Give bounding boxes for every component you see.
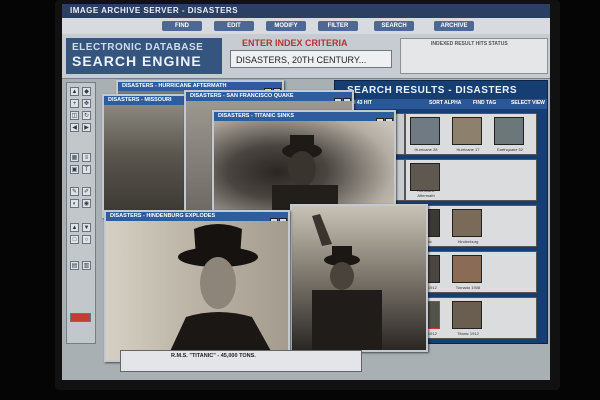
second-figure-photo <box>292 206 426 350</box>
select-view-button[interactable]: SELECT VIEW <box>511 100 545 106</box>
square-tool-icon[interactable]: □ <box>70 235 79 244</box>
thumb-caption: Hurricane 17 <box>456 147 480 152</box>
hindenburg-photo <box>106 221 288 360</box>
window-missouri[interactable]: DISASTERS - MISSOURI <box>102 94 186 218</box>
thumb-caption: Tornado 1908 <box>455 285 481 290</box>
result-thumbnail[interactable]: Hurricane Aftermath <box>410 163 440 198</box>
brand-line2: SEARCH ENGINE <box>72 53 202 69</box>
zoom-tool-icon[interactable]: + <box>70 99 79 108</box>
window-controls <box>269 213 287 226</box>
menu-item-search[interactable]: SEARCH <box>374 21 414 31</box>
select-tool-icon[interactable]: ◆ <box>82 87 91 96</box>
right-arrow-icon[interactable]: ▶ <box>82 123 91 132</box>
window-title: DISASTERS - TITANIC SINKS <box>214 112 394 121</box>
window-title: DISASTERS - SAN FRANCISCO QUAKE <box>186 92 352 101</box>
crop-tool-icon[interactable]: ◫ <box>70 111 79 120</box>
window-controls <box>375 113 393 126</box>
find-tag-button[interactable]: FIND TAG <box>473 100 496 106</box>
result-thumbnail[interactable]: Earthquake 52 <box>494 117 524 152</box>
menu-item-filter[interactable]: FILTER <box>318 21 358 31</box>
menu-item-find[interactable]: FIND <box>162 21 202 31</box>
menu-item-modify[interactable]: MODIFY <box>266 21 306 31</box>
thumb-caption: Hurricane Aftermath <box>417 188 435 198</box>
menu-item-edit[interactable]: EDIT <box>214 21 254 31</box>
results-title: SEARCH RESULTS - DISASTERS <box>347 85 518 96</box>
circle-tool-icon[interactable]: ○ <box>82 235 91 244</box>
indexed-status-box: INDEXED RESULT HITS STATUS <box>400 38 548 74</box>
criteria-label: ENTER INDEX CRITERIA <box>242 38 348 48</box>
results-toolbar: 1,093 43 HIT SORT ALPHA FIND TAG SELECT … <box>335 99 547 109</box>
result-thumbnail[interactable]: Hindenburg <box>452 209 482 244</box>
menu-bar: FIND EDIT MODIFY FILTER SEARCH ARCHIVE <box>62 18 550 35</box>
brand-line1: ELECTRONIC DATABASE <box>72 42 204 53</box>
figure-silhouette <box>312 214 382 350</box>
figure-silhouette <box>166 224 276 360</box>
brush-tool-icon[interactable]: ✐ <box>82 187 91 196</box>
result-thumbnail[interactable]: Hurricane 28 <box>410 117 440 152</box>
down-arrow-icon[interactable]: ▼ <box>82 223 91 232</box>
caption-bar: R.M.S. "TITANIC" - 45,000 TONS. <box>120 350 362 372</box>
indexed-status-label: INDEXED RESULT HITS STATUS <box>431 41 508 47</box>
left-arrow-icon[interactable]: ◀ <box>70 123 79 132</box>
window-controls <box>333 93 351 106</box>
thumb-caption: Hurricane 28 <box>414 147 438 152</box>
brand-logo: ELECTRONIC DATABASE SEARCH ENGINE <box>66 38 222 74</box>
result-row[interactable]: Hurricane Aftermath <box>405 159 537 201</box>
text-tool-icon[interactable]: T <box>82 165 91 174</box>
result-row[interactable]: Hurricane 28 Hurricane 17 Earthquake 52 <box>405 113 537 155</box>
result-thumbnail[interactable]: Hurricane 17 <box>452 117 482 152</box>
window-hindenburg-explodes[interactable]: DISASTERS - HINDENBURG EXPLODES <box>104 210 290 362</box>
window-second-figure[interactable] <box>290 204 428 352</box>
thumb-caption: Hindenburg <box>457 239 479 244</box>
stop-button[interactable] <box>70 313 91 322</box>
layer-tool-icon[interactable]: ▤ <box>70 261 79 270</box>
grid-tool-icon[interactable]: ▦ <box>70 153 79 162</box>
app-titlebar: IMAGE ARCHIVE SERVER - DISASTERS <box>62 4 550 18</box>
pan-tool-icon[interactable]: ✥ <box>82 99 91 108</box>
menu-item-archive[interactable]: ARCHIVE <box>434 21 474 31</box>
fill-tool-icon[interactable]: ◐ <box>70 199 79 208</box>
window-title: DISASTERS - HINDENBURG EXPLODES <box>106 212 288 221</box>
stack-tool-icon[interactable]: ▥ <box>82 261 91 270</box>
thumb-caption: Titanic 1912 <box>457 331 479 336</box>
window-controls <box>263 83 281 96</box>
caption-text: R.M.S. "TITANIC" - 45,000 TONS. <box>171 353 256 359</box>
sort-alpha-button[interactable]: SORT ALPHA <box>429 100 461 106</box>
tool-palette: ▲ ◆ + ✥ ◫ ↻ ◀ ▶ ▦ ≡ ▣ T ✎ ✐ ◐ ◉ ▲ ▼ □ ○ … <box>66 82 96 344</box>
flood-photo <box>104 105 184 216</box>
pencil-tool-icon[interactable]: ✎ <box>70 187 79 196</box>
result-thumbnail[interactable]: Tornado 1908 <box>452 255 482 290</box>
image-tool-icon[interactable]: ▣ <box>70 165 79 174</box>
criteria-input[interactable]: DISASTERS, 20TH CENTURY... <box>230 50 392 68</box>
up-arrow-icon[interactable]: ▲ <box>70 223 79 232</box>
arrow-tool-icon[interactable]: ▲ <box>70 87 79 96</box>
screen: IMAGE ARCHIVE SERVER - DISASTERS FIND ED… <box>62 4 550 380</box>
window-title: DISASTERS - MISSOURI <box>104 96 184 105</box>
thumb-caption: Earthquake 52 <box>496 147 524 152</box>
eyedropper-tool-icon[interactable]: ◉ <box>82 199 91 208</box>
list-tool-icon[interactable]: ≡ <box>82 153 91 162</box>
result-thumbnail[interactable]: Titanic 1912 <box>452 301 482 336</box>
rotate-tool-icon[interactable]: ↻ <box>82 111 91 120</box>
header: ELECTRONIC DATABASE SEARCH ENGINE ENTER … <box>62 34 550 79</box>
